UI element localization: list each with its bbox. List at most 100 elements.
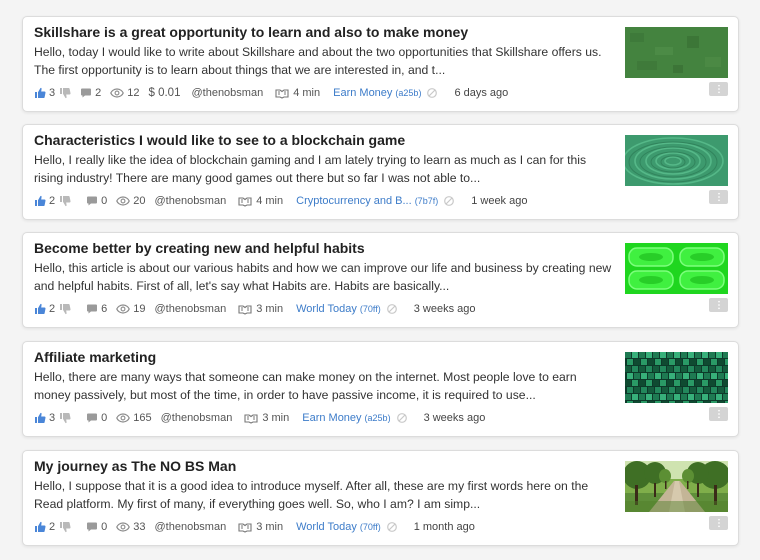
- thumbs-up-icon[interactable]: [34, 521, 46, 533]
- post-menu-button[interactable]: [709, 298, 728, 312]
- category-name[interactable]: Earn Money: [302, 412, 361, 424]
- mosaic-tile: [669, 359, 675, 365]
- post-menu-button[interactable]: [709, 516, 728, 530]
- mosaic-tile: [711, 373, 717, 379]
- reading-icon: [238, 195, 252, 207]
- mosaic-tile: [639, 352, 645, 358]
- comment-count[interactable]: 0: [101, 521, 107, 533]
- thumbs-down-icon[interactable]: [59, 521, 71, 533]
- mosaic-tile: [648, 387, 654, 393]
- mosaic-tile: [697, 401, 703, 403]
- post-card: Become better by creating new and helpfu…: [22, 232, 739, 328]
- mosaic-tile: [681, 394, 687, 400]
- view-count: 165: [133, 412, 152, 424]
- thumbs-up-icon[interactable]: [34, 87, 46, 99]
- reading-icon: [244, 412, 258, 424]
- author-link[interactable]: @thenobsman: [161, 412, 233, 424]
- thumbs-up-icon[interactable]: [34, 303, 46, 315]
- thumbs-up-icon[interactable]: [34, 195, 46, 207]
- mosaic-tile: [646, 366, 652, 372]
- post-thumbnail[interactable]: [625, 135, 728, 186]
- water-ripple-image: [625, 135, 728, 186]
- category-name[interactable]: Earn Money: [333, 87, 392, 99]
- comment-count[interactable]: 0: [101, 195, 107, 207]
- post-thumbnail[interactable]: [625, 27, 728, 78]
- mosaic-tile: [653, 366, 659, 372]
- mosaic-tile: [718, 401, 724, 403]
- upvote-count: 2: [49, 521, 56, 533]
- mosaic-tile: [723, 352, 728, 358]
- category-name[interactable]: World Today: [296, 303, 357, 315]
- category-link[interactable]: World Today (70ff): [296, 303, 381, 315]
- eye-icon: [116, 196, 130, 206]
- mosaic-tile: [667, 380, 673, 386]
- mosaic-tile: [646, 380, 652, 386]
- mosaic-tile: [709, 366, 715, 372]
- author-link[interactable]: @thenobsman: [155, 521, 227, 533]
- mosaic-tile: [674, 380, 680, 386]
- post-age: 1 week ago: [471, 195, 528, 207]
- category-link[interactable]: Earn Money (a25b): [302, 412, 390, 424]
- category-code: (70ff): [359, 304, 381, 314]
- thumbs-down-icon[interactable]: [59, 303, 71, 315]
- more-icon: [717, 409, 721, 419]
- category-link[interactable]: Cryptocurrency and B... (7b7f): [296, 195, 438, 207]
- post-menu-button[interactable]: [709, 407, 728, 421]
- mosaic-tile: [695, 352, 701, 358]
- mosaic-tile: [653, 394, 659, 400]
- mosaic-tile: [725, 373, 728, 379]
- thumbs-down-icon[interactable]: [59, 195, 71, 207]
- mosaic-tile: [632, 352, 638, 358]
- author-link[interactable]: @thenobsman: [155, 195, 227, 207]
- mosaic-tile: [718, 359, 724, 365]
- view-count: 19: [133, 303, 146, 315]
- category-name[interactable]: World Today: [296, 521, 357, 533]
- post-meta: 2 6 19 @thenobsman 3 min World Today (70f…: [34, 301, 624, 317]
- mosaic-tile: [648, 373, 654, 379]
- post-title[interactable]: My journey as The NO BS Man: [34, 458, 619, 474]
- post-excerpt: Hello, this article is about our various…: [34, 261, 612, 293]
- circle-slash-icon: [426, 87, 438, 99]
- mosaic-tile: [695, 366, 701, 372]
- mosaic-tile: [725, 387, 728, 393]
- mosaic-tile: [625, 380, 631, 386]
- post-thumbnail[interactable]: [625, 243, 728, 294]
- mosaic-tile: [653, 352, 659, 358]
- post-title[interactable]: Skillshare is a great opportunity to lea…: [34, 24, 619, 40]
- mosaic-tile: [662, 387, 668, 393]
- mosaic-tile: [676, 387, 682, 393]
- author-link[interactable]: @thenobsman: [155, 303, 227, 315]
- post-meta: 3 2 12 $ 0.01 @thenobsman 4 min Earn Mon…: [34, 85, 624, 101]
- mosaic-tile: [688, 352, 694, 358]
- post-thumbnail[interactable]: [625, 352, 728, 403]
- post-title[interactable]: Affiliate marketing: [34, 349, 619, 365]
- thumbs-up-icon[interactable]: [34, 412, 46, 424]
- mosaic-tile: [695, 380, 701, 386]
- thumbs-down-icon[interactable]: [59, 87, 71, 99]
- read-time: 3 min: [256, 303, 284, 315]
- mosaic-tile: [702, 380, 708, 386]
- mosaic-tile: [641, 387, 647, 393]
- post-menu-button[interactable]: [709, 190, 728, 204]
- author-link[interactable]: @thenobsman: [191, 87, 263, 99]
- category-name[interactable]: Cryptocurrency and B...: [296, 195, 412, 207]
- post-title[interactable]: Become better by creating new and helpfu…: [34, 240, 619, 256]
- post-title[interactable]: Characteristics I would like to see to a…: [34, 132, 619, 148]
- mosaic-tile: [697, 387, 703, 393]
- comment-count[interactable]: 0: [101, 412, 107, 424]
- mosaic-tile: [632, 380, 638, 386]
- comment-count[interactable]: 6: [101, 303, 107, 315]
- mosaic-tile: [674, 366, 680, 372]
- category-link[interactable]: World Today (70ff): [296, 521, 381, 533]
- circle-slash-icon: [396, 412, 408, 424]
- post-thumbnail[interactable]: [625, 461, 728, 512]
- reading-icon: [238, 521, 252, 533]
- earnings: $ 0.01: [148, 87, 181, 99]
- category-link[interactable]: Earn Money (a25b): [333, 87, 421, 99]
- thumbs-down-icon[interactable]: [59, 412, 71, 424]
- post-menu-button[interactable]: [709, 82, 728, 96]
- comment-count[interactable]: 2: [95, 87, 101, 99]
- read-time: 4 min: [293, 87, 321, 99]
- mosaic-tile: [704, 359, 710, 365]
- category-code: (70ff): [359, 522, 381, 532]
